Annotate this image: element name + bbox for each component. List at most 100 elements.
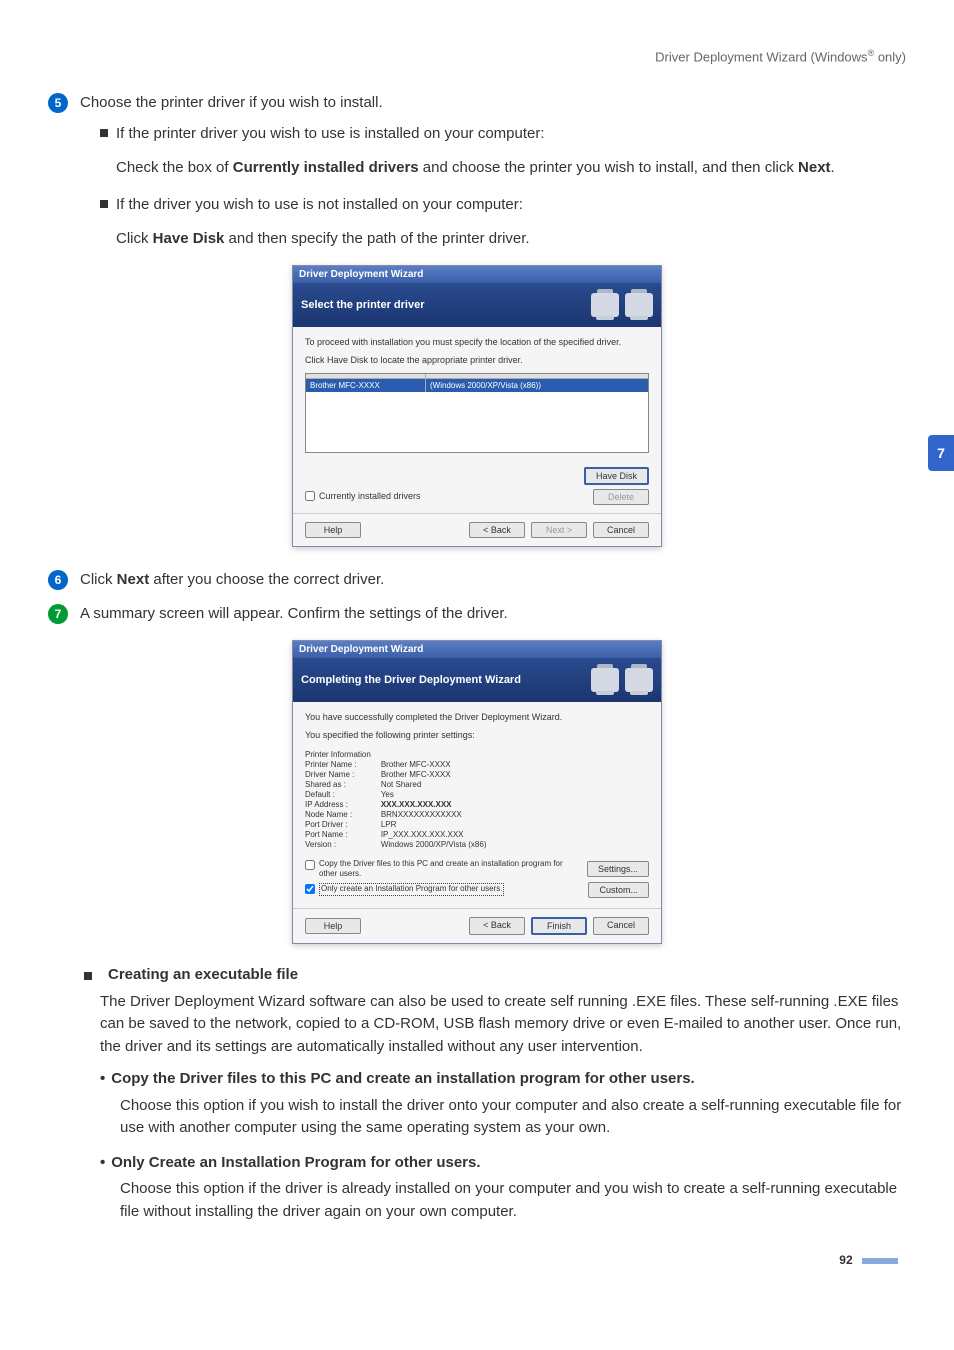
val-port-driver: LPR — [381, 820, 487, 829]
col-2 — [426, 374, 648, 378]
option2-checkbox[interactable] — [305, 884, 315, 894]
dialog2-body: You have successfully completed the Driv… — [293, 702, 661, 908]
step-6-text: Click Next after you choose the correct … — [80, 569, 384, 592]
step-5-bullet-b-text: If the driver you wish to use is not ins… — [116, 194, 523, 217]
dialog1-titlebar: Driver Deployment Wizard — [293, 266, 661, 283]
lbl-shared: Shared as : — [305, 780, 371, 789]
next-button[interactable]: Next > — [531, 522, 587, 538]
settings-button[interactable]: Settings... — [587, 861, 649, 877]
bullet-dot: • — [100, 1152, 105, 1175]
dialog2-line1: You have successfully completed the Driv… — [305, 712, 649, 722]
chapter-title-suffix: only) — [874, 49, 906, 64]
printer-icon — [591, 668, 619, 692]
step-7-badge: 7 — [48, 604, 68, 624]
val-shared: Not Shared — [381, 780, 487, 789]
para-a-1: Check the box of — [116, 159, 233, 176]
val-ip: XXX.XXX.XXX.XXX — [381, 800, 487, 809]
step-5-badge: 5 — [48, 93, 68, 113]
lbl-driver-name: Driver Name : — [305, 770, 371, 779]
page: Driver Deployment Wizard (Windows® only)… — [0, 0, 954, 1297]
custom-button[interactable]: Custom... — [588, 882, 649, 898]
s6-t1: Click — [80, 571, 117, 588]
val-printer-name: Brother MFC-XXXX — [381, 760, 487, 769]
dialog1-mid-row: Currently installed drivers Have Disk De… — [305, 467, 649, 505]
para-a-bold: Currently installed drivers — [233, 159, 419, 176]
summary-values: Brother MFC-XXXX Brother MFC-XXXX Not Sh… — [381, 750, 487, 849]
val-driver-name: Brother MFC-XXXX — [381, 770, 487, 779]
currently-installed-checkbox[interactable] — [305, 491, 315, 501]
have-disk-button[interactable]: Have Disk — [584, 467, 649, 485]
square-icon — [100, 200, 108, 208]
option1-row: Copy the Driver files to this PC and cre… — [305, 859, 649, 880]
page-number-bar — [862, 1258, 898, 1264]
val-node: BRNXXXXXXXXXXXX — [381, 810, 487, 819]
exec-heading-row: Creating an executable file — [84, 966, 906, 983]
s6-bold: Next — [117, 571, 150, 588]
page-number: 92 — [48, 1253, 906, 1267]
square-icon — [100, 129, 108, 137]
cancel-button[interactable]: Cancel — [593, 917, 649, 935]
option1-left: Copy the Driver files to this PC and cre… — [305, 859, 565, 880]
option2-label: Only create an Installation Program for … — [319, 883, 504, 895]
col-1 — [306, 374, 426, 378]
val-default: Yes — [381, 790, 487, 799]
currently-installed-label: Currently installed drivers — [319, 491, 421, 501]
step-5-bullet-a: If the printer driver you wish to use is… — [100, 123, 906, 146]
driver-selected-row[interactable]: Brother MFC-XXXX (Windows 2000/XP/Vista … — [306, 379, 648, 392]
exec-opt1: • Copy the Driver files to this PC and c… — [100, 1068, 906, 1091]
lbl-default: Default : — [305, 790, 371, 799]
page-number-value: 92 — [839, 1253, 852, 1267]
step-5-para-b: Click Have Disk and then specify the pat… — [116, 228, 906, 251]
side-tab-number: 7 — [937, 445, 945, 461]
exec-opt1-text: Choose this option if you wish to instal… — [120, 1095, 906, 1140]
driver-list[interactable]: Brother MFC-XXXX (Windows 2000/XP/Vista … — [305, 373, 649, 453]
exec-heading: Creating an executable file — [108, 966, 298, 983]
step-5-bullet-b: If the driver you wish to use is not ins… — [100, 194, 906, 217]
help-button[interactable]: Help — [305, 918, 361, 934]
dialog1: Driver Deployment Wizard Select the prin… — [292, 265, 662, 547]
dialog1-footer: Help < Back Next > Cancel — [293, 513, 661, 546]
para-b-1: Click — [116, 230, 153, 247]
printer-icon — [625, 293, 653, 317]
lbl-version: Version : — [305, 840, 371, 849]
exec-para: The Driver Deployment Wizard software ca… — [100, 991, 906, 1059]
square-icon — [84, 972, 92, 980]
step-5-bullets-b: If the driver you wish to use is not ins… — [100, 194, 906, 217]
exec-opt2-title: Only Create an Installation Program for … — [111, 1152, 480, 1175]
cancel-button[interactable]: Cancel — [593, 522, 649, 538]
val-port-name: IP_XXX.XXX.XXX.XXX — [381, 830, 487, 839]
help-button[interactable]: Help — [305, 522, 361, 538]
para-a-2: and choose the printer you wish to insta… — [419, 159, 798, 176]
step-6-badge: 6 — [48, 570, 68, 590]
lbl-port-name: Port Name : — [305, 830, 371, 839]
dialog1-line2: Click Have Disk to locate the appropriat… — [305, 355, 649, 365]
step-6: 6 Click Next after you choose the correc… — [48, 569, 906, 592]
option1-checkbox[interactable] — [305, 860, 315, 870]
printer-icon — [625, 668, 653, 692]
step-5-bullet-a-text: If the printer driver you wish to use is… — [116, 123, 545, 146]
option2-left: Only create an Installation Program for … — [305, 883, 504, 895]
dialog1-header-text: Select the printer driver — [301, 299, 425, 311]
lbl-port-driver: Port Driver : — [305, 820, 371, 829]
driver-name: Brother MFC-XXXX — [306, 379, 426, 392]
exec-opt2: • Only Create an Installation Program fo… — [100, 1152, 906, 1175]
back-button[interactable]: < Back — [469, 917, 525, 935]
lbl-printer-name: Printer Name : — [305, 760, 371, 769]
dialog2-header-icons — [591, 668, 653, 692]
dialog1-header-icons — [591, 293, 653, 317]
dialog1-right-buttons: Have Disk Delete — [584, 467, 649, 505]
val-version: Windows 2000/XP/Vista (x86) — [381, 840, 487, 849]
para-b-bold: Have Disk — [153, 230, 225, 247]
back-button[interactable]: < Back — [469, 522, 525, 538]
option2-row: Only create an Installation Program for … — [305, 882, 649, 898]
dialog-select-driver: Driver Deployment Wizard Select the prin… — [48, 265, 906, 547]
delete-button[interactable]: Delete — [593, 489, 649, 505]
dialog2-line2: You specified the following printer sett… — [305, 730, 649, 740]
dialog1-header: Select the printer driver — [293, 283, 661, 327]
dialog1-line1: To proceed with installation you must sp… — [305, 337, 649, 347]
lbl-node: Node Name : — [305, 810, 371, 819]
side-tab: 7 — [928, 435, 954, 471]
finish-button[interactable]: Finish — [531, 917, 587, 935]
dialog2-header-text: Completing the Driver Deployment Wizard — [301, 674, 521, 686]
summary-box: Printer Information Printer Name : Drive… — [305, 750, 649, 849]
